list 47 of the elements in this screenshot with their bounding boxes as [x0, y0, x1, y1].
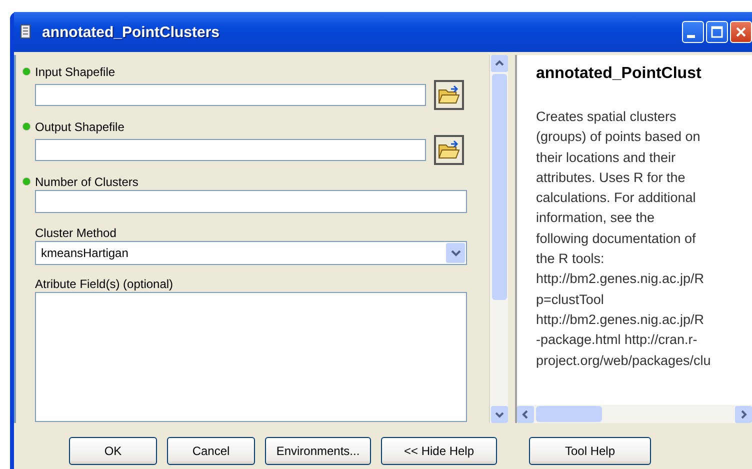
parameter-label: Output Shapefile	[35, 120, 124, 134]
help-text: (groups) of points based on	[536, 128, 702, 146]
browse-button[interactable]	[434, 80, 464, 110]
help-text: p=clustTool	[536, 290, 605, 309]
scrollbar[interactable]	[489, 55, 508, 423]
dialog-button[interactable]: OK	[69, 437, 157, 465]
close-button[interactable]	[730, 21, 752, 43]
help-text: following documentation of	[536, 230, 697, 248]
help-heading: annotated_PointClust	[536, 65, 702, 83]
parameter-label: Number of Clusters	[35, 174, 138, 188]
scrollbar[interactable]	[516, 405, 752, 423]
help-text: project.org/web/packages/clu	[536, 352, 712, 370]
folder-icon	[438, 85, 460, 105]
help-text: Creates spatial clusters	[536, 108, 678, 126]
close-icon	[734, 25, 748, 39]
parameter-label: Atribute Field(s) (optional)	[35, 276, 174, 290]
minimize-icon	[687, 34, 695, 38]
help-text: attributes. Uses R for the	[536, 168, 686, 187]
maximize-button[interactable]	[706, 21, 728, 43]
dropdown-field[interactable]: kmeansHartigan	[35, 241, 467, 265]
chevron-left-icon	[520, 410, 530, 418]
chevron-up-icon	[494, 59, 504, 68]
dialog-button[interactable]: << Hide Help	[381, 437, 497, 465]
input-field[interactable]	[35, 190, 467, 213]
dialog-button[interactable]: Environments...	[265, 437, 371, 465]
help-text: their locations and their	[536, 148, 677, 167]
input-field[interactable]	[35, 84, 426, 106]
dialog-button[interactable]: Tool Help	[529, 437, 651, 465]
dialog-button[interactable]: Cancel	[167, 437, 255, 465]
browse-button[interactable]	[434, 135, 464, 165]
parameter-label: Cluster Method	[35, 226, 116, 240]
help-text: the R tools:	[536, 250, 606, 268]
input-field[interactable]	[35, 139, 426, 161]
parameter-label: Input Shapefile	[35, 64, 116, 78]
chevron-right-icon	[738, 410, 748, 418]
chevron-down-icon	[450, 249, 460, 257]
maximize-icon	[710, 25, 724, 39]
help-text: http://bm2.genes.nig.ac.jp/R	[536, 270, 706, 288]
chevron-down-icon	[494, 410, 504, 419]
help-text: information, see the	[536, 209, 656, 228]
help-text: calculations. For additional	[536, 189, 697, 208]
window-title: annotated_PointClusters	[42, 24, 221, 40]
folder-icon	[438, 140, 460, 160]
dropdown-value: kmeansHartigan	[41, 246, 130, 260]
help-text: -package.html http://cran.r-	[536, 331, 698, 350]
minimize-button[interactable]	[682, 21, 704, 43]
help-text: http://bm2.genes.nig.ac.jp/R	[536, 310, 706, 329]
